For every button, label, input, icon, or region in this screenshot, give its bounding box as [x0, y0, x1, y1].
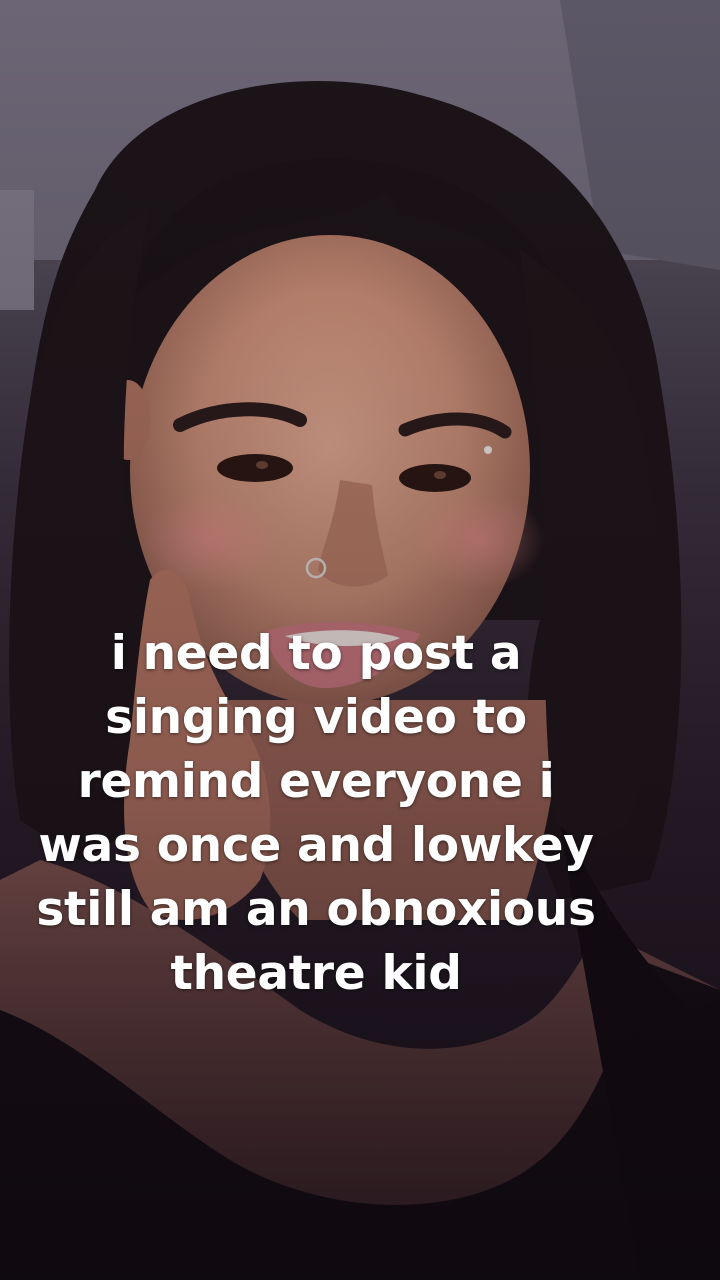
caption-line-5: still am an obnoxious: [36, 882, 596, 937]
caption-overlay: i need to post a singing video to remind…: [20, 622, 612, 1006]
caption-line-2: singing video to: [105, 690, 527, 745]
caption-line-4: was once and lowkey: [38, 818, 594, 873]
video-frame: i need to post a singing video to remind…: [0, 0, 720, 1280]
caption-line-1: i need to post a: [110, 626, 522, 681]
caption-line-3: remind everyone i: [77, 754, 555, 809]
caption-line-6: theatre kid: [170, 946, 462, 1001]
